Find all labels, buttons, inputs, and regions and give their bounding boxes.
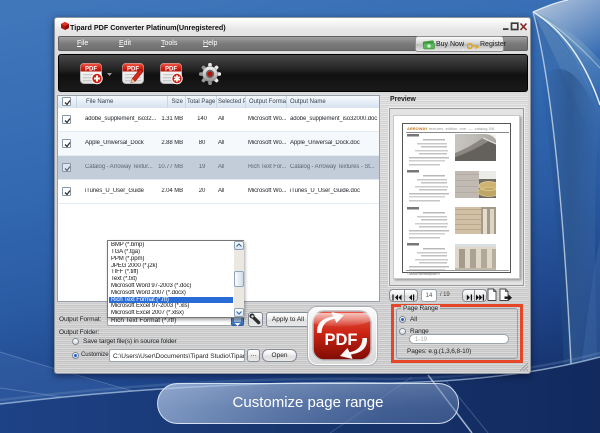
- svg-text:PDF: PDF: [85, 66, 97, 72]
- svg-text:PDF: PDF: [165, 66, 177, 72]
- svg-text:PDF: PDF: [127, 66, 139, 72]
- svg-text:PDF: PDF: [325, 331, 358, 349]
